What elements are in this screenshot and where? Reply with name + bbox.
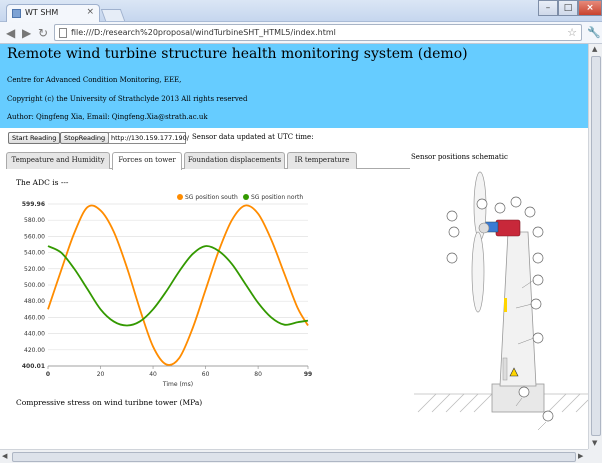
turbine-nacelle	[495, 219, 521, 237]
x-tick-label: 60	[202, 371, 210, 378]
maximize-button[interactable]: □	[558, 0, 578, 16]
y-tick-label: 540.00	[24, 250, 45, 257]
server-url-input[interactable]: http://130.159.177.190/	[108, 132, 189, 144]
x-tick-label: 80	[254, 371, 262, 378]
banner-line-copyright: Copyright (c) the University of Strathcl…	[7, 95, 248, 103]
browser-tab-title: WT SHM	[25, 8, 59, 17]
sensor-tabs: Tempeature and Humidity Forces on tower …	[6, 152, 410, 170]
turbine-foundation	[491, 383, 545, 413]
address-bar[interactable]: file:///D:/research%20proposal/windTurbi…	[54, 24, 582, 41]
door-marker	[502, 357, 508, 381]
scrollbar-corner	[588, 449, 602, 463]
page-favicon-icon	[12, 9, 21, 18]
tab-ir-temperature[interactable]: IR temperature	[287, 152, 357, 169]
x-tick-label: 99	[304, 371, 312, 378]
stress-line-chart: 599.96 580.00 560.00 540.00 520.00 500.00 480.…	[22, 194, 312, 388]
y-tick-label: 400.01	[22, 363, 45, 370]
strain-gauge-marker	[504, 298, 507, 312]
chart-caption: Compressive stress on wind turibne tower…	[16, 398, 203, 407]
turbine-schematic	[414, 171, 588, 431]
start-reading-button[interactable]: Start Reading	[8, 132, 61, 144]
series-line-sg-position-north	[47, 245, 309, 327]
vertical-scroll-thumb[interactable]	[591, 56, 601, 436]
adc-status: The ADC is ---	[16, 178, 69, 187]
page-title: Remote wind turbine structure health mon…	[7, 46, 468, 62]
stop-reading-button[interactable]: StopReading	[60, 132, 110, 144]
arrow-left-icon[interactable]: ◀	[6, 26, 15, 40]
turbine-blade-down	[471, 231, 485, 313]
wrench-icon[interactable]: 🔧	[587, 26, 601, 39]
legend-label: SG position south	[185, 194, 238, 201]
scroll-up-icon[interactable]: ▲	[592, 45, 597, 53]
tab-temperature-humidity[interactable]: Tempeature and Humidity	[6, 152, 110, 169]
new-tab-button[interactable]	[100, 9, 126, 21]
y-tick-label: 500.00	[24, 282, 45, 289]
header-banner: Remote wind turbine structure health mon…	[0, 44, 588, 128]
y-tick-label: 440.00	[24, 331, 45, 338]
x-axis-label: Time (ms)	[162, 381, 193, 388]
page-content: Remote wind turbine structure health mon…	[0, 44, 588, 449]
close-window-button[interactable]: ×	[578, 0, 602, 16]
horizontal-scroll-thumb[interactable]	[12, 452, 576, 462]
browser-titlebar: WT SHM × – □ ×	[0, 0, 602, 22]
x-tick-label: 40	[149, 371, 157, 378]
page-icon	[59, 28, 67, 38]
reload-icon[interactable]: ↻	[38, 26, 48, 40]
y-tick-label: 420.00	[24, 347, 45, 354]
minimize-button[interactable]: –	[538, 0, 558, 16]
banner-line-centre: Centre for Advanced Condition Monitoring…	[7, 76, 182, 84]
horizontal-scrollbar[interactable]: ◀ ▶	[0, 449, 588, 463]
vertical-scrollbar[interactable]: ▲ ▼	[588, 44, 602, 449]
y-tick-label: 520.00	[24, 266, 45, 273]
y-tick-label: 580.00	[24, 217, 45, 224]
tab-forces-on-tower[interactable]: Forces on tower	[112, 152, 182, 170]
y-tick-label: 560.00	[24, 233, 45, 240]
schematic-title: Sensor positions schematic	[411, 153, 508, 161]
x-tick-label: 0	[46, 371, 50, 378]
close-tab-icon[interactable]: ×	[86, 7, 94, 17]
tab-foundation-displacements[interactable]: Foundation displacements	[184, 152, 285, 169]
legend-marker	[243, 194, 249, 200]
y-tick-label: 599.96	[22, 201, 45, 208]
banner-line-author: Author: Qingfeng Xia, Email: Qingfeng.Xi…	[7, 113, 208, 121]
y-tick-label: 460.00	[24, 314, 45, 321]
browser-toolbar: ◀ ▶ ↻ file:///D:/research%20proposal/win…	[0, 22, 602, 44]
address-bar-url[interactable]: file:///D:/research%20proposal/windTurbi…	[71, 28, 336, 37]
legend-marker	[177, 194, 183, 200]
update-status-text: Sensor data updated at UTC time:	[192, 133, 314, 141]
browser-tab[interactable]: WT SHM ×	[6, 4, 100, 22]
star-icon[interactable]: ☆	[567, 26, 577, 39]
scroll-left-icon[interactable]: ◀	[2, 452, 7, 460]
y-tick-label: 480.00	[24, 298, 45, 305]
legend-label: SG position north	[251, 194, 303, 201]
x-tick-label: 20	[97, 371, 105, 378]
scroll-down-icon[interactable]: ▼	[592, 439, 597, 447]
scroll-right-icon[interactable]: ▶	[578, 452, 583, 460]
turbine-spinner	[478, 222, 490, 234]
arrow-right-icon[interactable]: ▶	[22, 26, 31, 40]
